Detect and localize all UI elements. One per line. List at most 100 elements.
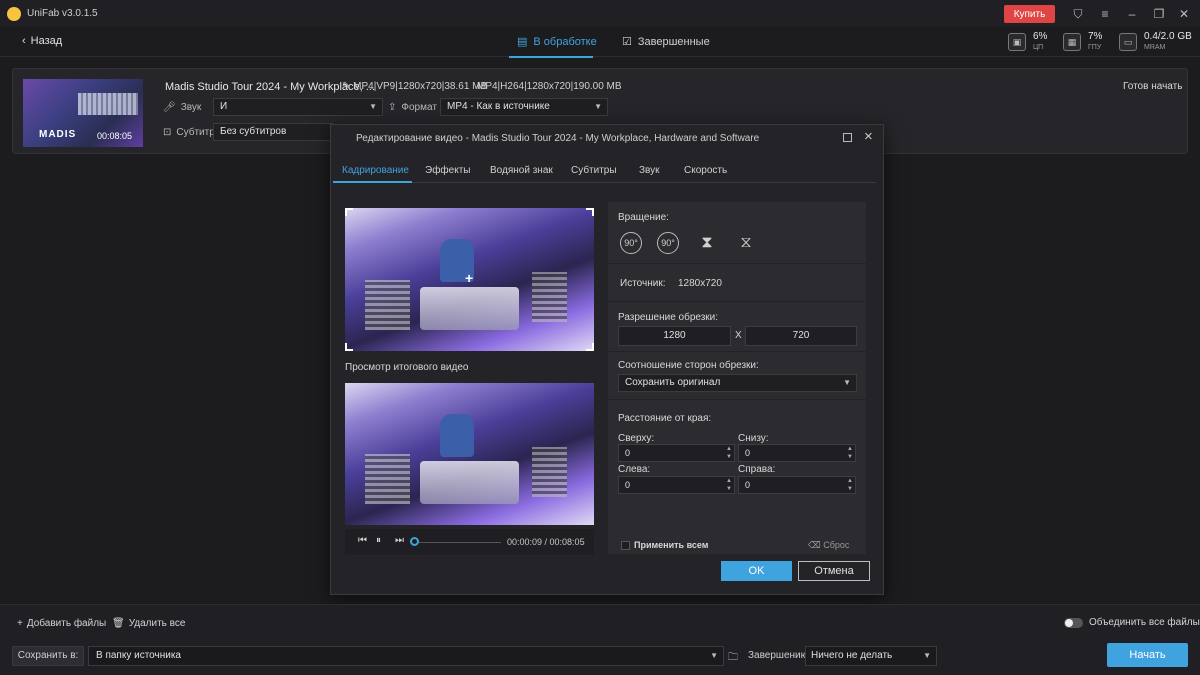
export-icon: ⇪	[388, 102, 397, 113]
finish-value: Ничего не делать	[811, 650, 893, 661]
spin-arrows-icon[interactable]: ▲ ▼	[726, 477, 732, 493]
tab-speed[interactable]: Скорость	[684, 165, 727, 176]
next-icon[interactable]: ⏭	[395, 535, 404, 546]
memory-stat: ▭ 0.4/2.0 GB MRAM	[1119, 31, 1192, 53]
apply-all-checkbox[interactable]: Применить всем	[621, 540, 708, 550]
format-select[interactable]: MP4 - Как в источнике ▼	[440, 98, 608, 116]
rotate-right-button[interactable]: 90°	[657, 232, 679, 254]
spin-arrows-icon[interactable]: ▲ ▼	[847, 445, 853, 461]
audio-label: 🎤︎ Звук	[163, 102, 201, 113]
reset-label: Сброс	[823, 540, 850, 550]
preview-desk	[419, 286, 520, 330]
subtitle-select-value: Без субтитров	[220, 126, 287, 137]
crop-handle-top-right[interactable]	[586, 208, 594, 216]
right-input-value: 0	[745, 480, 751, 490]
subtitle-select[interactable]: Без субтитров	[213, 123, 333, 141]
left-input[interactable]: 0 ▲ ▼	[618, 476, 735, 494]
folder-icon[interactable]: 🗀︎	[728, 650, 738, 667]
tab-processing-label: В обработке	[533, 35, 597, 48]
back-button[interactable]: ‹ Назад	[22, 35, 62, 47]
flip-vertical-icon[interactable]: ⧖	[733, 230, 759, 256]
save-to-value: В папку источника	[96, 650, 181, 661]
maximize-icon[interactable]	[843, 133, 852, 142]
rotate-left-button[interactable]: 90°	[620, 232, 642, 254]
merge-toggle[interactable]	[1064, 618, 1083, 628]
tab-underline	[509, 56, 593, 58]
previous-icon[interactable]: ⏮	[358, 535, 367, 546]
close-icon[interactable]: ✕	[1176, 6, 1192, 22]
edit-icon[interactable]: ✎	[342, 81, 350, 92]
spin-arrows-icon[interactable]: ▲ ▼	[847, 477, 853, 493]
seek-track[interactable]	[415, 542, 501, 543]
crop-preview[interactable]: +	[345, 208, 594, 351]
finish-label: Завершению	[748, 650, 809, 661]
tab-processing[interactable]: ▤ В обработке	[517, 35, 597, 49]
gpu-stat: ▦ 7% ГПУ	[1063, 31, 1102, 53]
gpu-icon: ▦	[1063, 33, 1081, 51]
minimize-icon[interactable]: –	[1124, 6, 1140, 22]
save-to-label: Сохранить в:	[12, 646, 84, 666]
tab-effects[interactable]: Эффекты	[425, 165, 470, 176]
input-info: ✎ MP4|VP9|1280x720|38.61 MB	[342, 81, 487, 92]
source-label: Источник:	[620, 278, 666, 289]
result-rack-left	[364, 454, 410, 504]
crop-width-input[interactable]: 1280	[618, 326, 731, 346]
tab-crop[interactable]: Кадрирование	[342, 165, 409, 176]
result-preview	[345, 383, 594, 525]
dialog-close-icon[interactable]: ×	[864, 128, 873, 145]
preview-label: Просмотр итогового видео	[345, 362, 469, 373]
seek-handle[interactable]	[410, 537, 419, 546]
tab-subtitles[interactable]: Субтитры	[571, 165, 617, 176]
left-label: Слева:	[618, 464, 651, 475]
restore-icon[interactable]: ❐	[1151, 6, 1167, 22]
video-thumbnail[interactable]: MADIS 00:08:05	[23, 79, 143, 147]
rotate-left-label: 90°	[624, 238, 638, 248]
reset-button[interactable]: ⌫ Сброс	[808, 540, 849, 551]
right-input[interactable]: 0 ▲ ▼	[738, 476, 856, 494]
crop-handle-bottom-right[interactable]	[586, 343, 594, 351]
start-button[interactable]: Начать	[1107, 643, 1188, 667]
save-to-select[interactable]: В папку источника ▼	[88, 646, 724, 666]
pause-icon[interactable]: ⏸	[376, 535, 381, 546]
chevron-left-icon: ‹	[22, 35, 26, 47]
chevron-down-icon: ▼	[923, 651, 931, 660]
flip-horizontal-icon[interactable]: ⧗	[694, 230, 720, 256]
add-files-button[interactable]: + Добавить файлы	[17, 618, 106, 629]
chevron-down-icon: ▼	[369, 102, 377, 111]
cancel-button[interactable]: Отмена	[798, 561, 870, 581]
subtitle-label: ⊡ Субтитр	[163, 127, 215, 138]
bottom-input[interactable]: 0 ▲ ▼	[738, 444, 856, 462]
tab-audio[interactable]: Звук	[639, 165, 660, 176]
aspect-select-value: Сохранить оригинал	[625, 377, 721, 388]
crop-move-icon[interactable]: +	[465, 270, 473, 286]
aspect-select[interactable]: Сохранить оригинал ▼	[618, 374, 857, 392]
ok-button[interactable]: OK	[721, 561, 792, 581]
finish-select[interactable]: Ничего не делать ▼	[805, 646, 937, 666]
subtitle-label-text: Субтитр	[176, 127, 215, 138]
audio-select[interactable]: И ▼	[213, 98, 383, 116]
edge-section: Расстояние от края: Сверху: 0 ▲ ▼ Снизу: 0…	[608, 399, 866, 554]
crop-handle-bottom-left[interactable]	[345, 343, 353, 351]
top-input[interactable]: 0 ▲ ▼	[618, 444, 735, 462]
checkbox-box[interactable]	[621, 540, 630, 550]
menu-icon[interactable]: ≡	[1097, 6, 1113, 22]
format-label-text: Формат	[401, 102, 437, 113]
shirt-icon[interactable]: ⛉	[1070, 6, 1086, 22]
crop-handle-top-left[interactable]	[345, 208, 353, 216]
buy-button[interactable]: Купить	[1004, 5, 1055, 23]
remove-all-button[interactable]: 🗑︎ Удалить все	[112, 618, 185, 629]
title-bar: UniFab v3.0.1.5 Купить ⛉ ≡ – ❐ ✕	[0, 0, 1200, 27]
bottom-label: Снизу:	[738, 433, 769, 444]
bottom-input-value: 0	[745, 448, 751, 458]
audio-label-text: Звук	[180, 102, 202, 113]
tab-watermark[interactable]: Водяной знак	[490, 165, 553, 176]
tab-finished[interactable]: ☑ Завершенные	[622, 35, 710, 49]
left-input-value: 0	[625, 480, 631, 490]
rotate-right-label: 90°	[661, 238, 675, 248]
format-label: ⇪ Формат	[388, 102, 437, 113]
add-files-label: Добавить файлы	[26, 618, 107, 629]
spin-arrows-icon[interactable]: ▲ ▼	[726, 445, 732, 461]
aspect-section: Соотношение сторон обрезки: Сохранить ор…	[608, 351, 866, 399]
crop-height-input[interactable]: 720	[745, 326, 857, 346]
microphone-icon: 🎤︎	[163, 102, 176, 113]
